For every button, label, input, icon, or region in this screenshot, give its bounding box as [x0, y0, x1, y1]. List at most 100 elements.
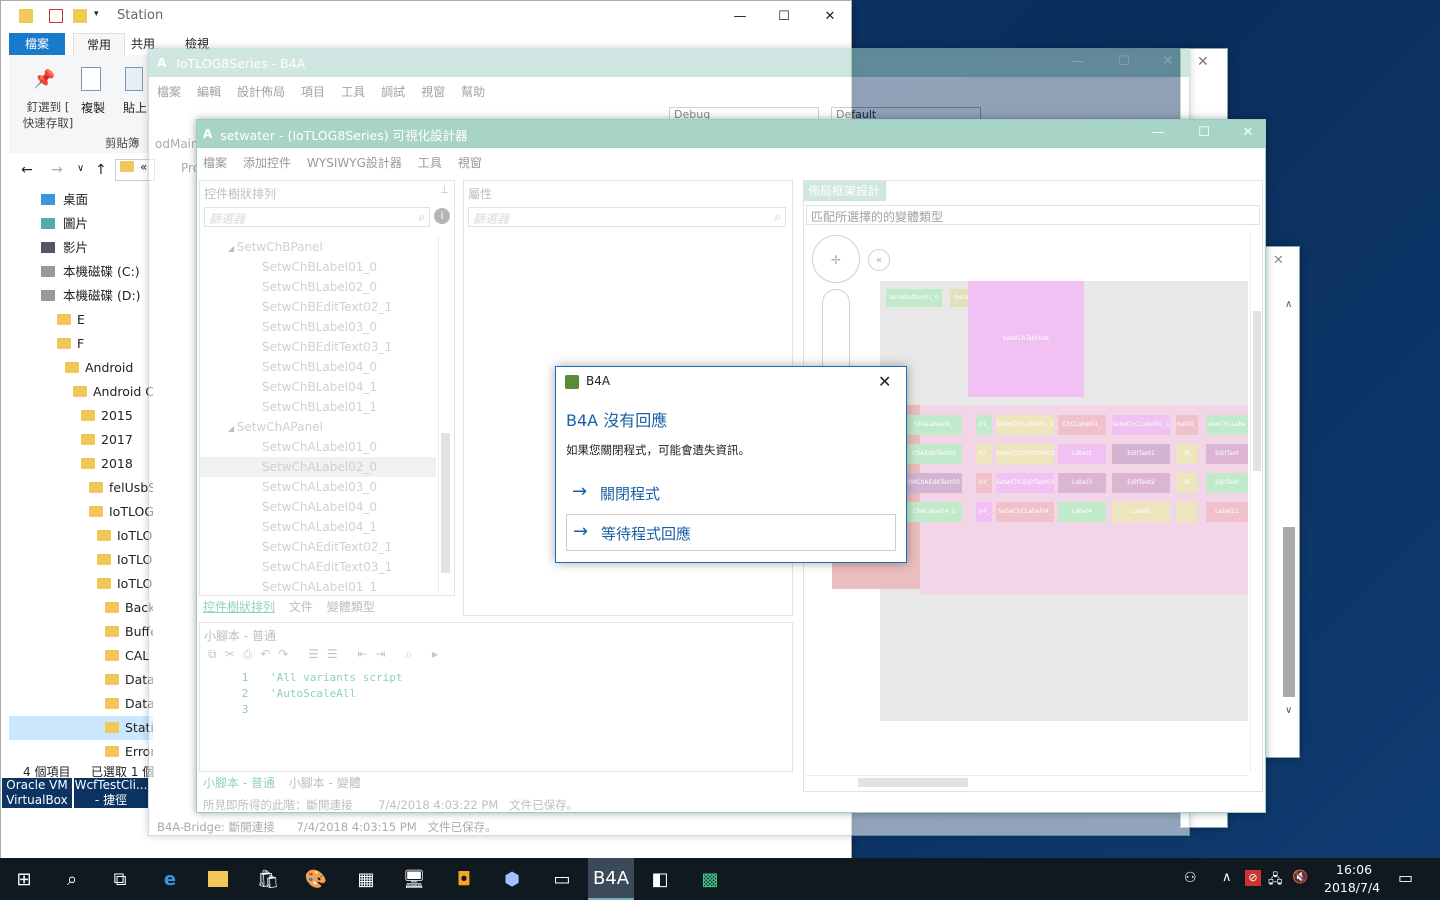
paste-button[interactable]: 貼上 [123, 99, 147, 116]
tree-item[interactable]: SetwChBLabel04_0 [200, 357, 436, 377]
clock-date[interactable]: 2018/7/4 [1324, 880, 1380, 895]
up-arrow-icon[interactable]: ↑ [95, 162, 107, 178]
tree-item[interactable]: SetwChALabel04_0 [200, 497, 436, 517]
layout-view[interactable]: ChCLabel01_ [1058, 415, 1106, 435]
nav-item[interactable]: Backup [9, 596, 153, 620]
b4a-menu-item-5[interactable]: 調試 [381, 85, 405, 99]
scrollbar-thumb[interactable] [1283, 527, 1295, 697]
tree-filter[interactable]: 篩選器 ⌕ [204, 207, 430, 227]
clock-time[interactable]: 16:06 [1336, 862, 1372, 877]
notes-icon[interactable]: ◧ [636, 858, 684, 900]
layout-view[interactable]: ChALabel01_ [906, 415, 962, 435]
recent-dropdown-icon[interactable]: ∨ [77, 163, 84, 174]
nav-item[interactable]: E [9, 308, 153, 332]
tree-item[interactable]: SetwChALabel01_1 [200, 577, 436, 593]
maximize-button[interactable]: ☐ [1101, 49, 1147, 75]
b4a-menu-item-2[interactable]: 設計佈局 [237, 85, 285, 99]
tree-item[interactable]: ◢ SetwChBPanel [200, 237, 436, 257]
virtualbox-icon[interactable]: ⬢ [488, 858, 536, 900]
script-editor[interactable]: 1 'All variants script 2 'AutoScaleAll 3 [220, 671, 770, 751]
layout-view[interactable]: EditText2 [1112, 473, 1170, 493]
nav-item[interactable]: IoTLOG [9, 524, 153, 548]
layout-view[interactable]: Label4 [1058, 502, 1106, 522]
layout-view[interactable]: EditText1 [1112, 444, 1170, 464]
pin-icon[interactable]: ⊥ [440, 185, 449, 196]
tree-scrollbar[interactable] [438, 237, 452, 593]
explorer-titlebar[interactable]: ▾ Station — ☐ ✕ [1, 1, 851, 33]
maximize-button[interactable]: ☐ [761, 4, 807, 30]
box-app-icon[interactable]: ◘ [440, 858, 488, 900]
layout-view[interactable]: l9 [1176, 473, 1198, 493]
layout-view[interactable]: 04_ [976, 502, 992, 522]
layout-view[interactable]: EditText [1206, 444, 1248, 464]
back-arrow-icon[interactable]: ← [21, 162, 33, 178]
new-folder-icon[interactable] [73, 9, 87, 23]
layout-view[interactable]: EditText [1206, 473, 1248, 493]
tree-item[interactable]: SetwChBLabel04_1 [200, 377, 436, 397]
b4a-taskbar-icon[interactable]: B4A [588, 858, 634, 900]
tree-item[interactable]: ◢ SetwChAPanel [200, 417, 436, 437]
tree-item[interactable]: SetwChALabel03_0 [200, 477, 436, 497]
wait-program-option[interactable]: → 等待程式回應 [566, 514, 896, 551]
search-icon[interactable]: ⌕ [48, 858, 96, 900]
close-icon[interactable]: ✕ [1197, 54, 1209, 70]
layout-vscroll[interactable] [1250, 231, 1262, 771]
scrollbar-thumb[interactable] [1253, 311, 1261, 471]
close-button[interactable]: ✕ [1225, 120, 1271, 146]
close-program-option[interactable]: → 關閉程式 [566, 477, 896, 509]
b4a-menu-item-7[interactable]: 幫助 [461, 85, 485, 99]
layout-view[interactable]: Label11 [1206, 502, 1248, 522]
nav-item[interactable]: 本機磁碟 (D:) [9, 284, 153, 308]
nav-item[interactable]: CAL [9, 644, 153, 668]
task-view-icon[interactable]: ⧉ [96, 858, 144, 900]
b4a-menu-item-6[interactable]: 視窗 [421, 85, 445, 99]
forward-arrow-icon[interactable]: → [51, 162, 63, 178]
desktop-icon-virtualbox[interactable]: Oracle VM VirtualBox [2, 778, 72, 808]
minimize-button[interactable]: — [1055, 49, 1101, 75]
layout-view[interactable]: SetwChCLabel04_ [996, 502, 1054, 522]
layout-view[interactable]: l8 [1176, 444, 1198, 464]
layout-tab[interactable]: 佈局框架設計 [804, 181, 886, 201]
scroll-down-icon[interactable]: ∨ [1285, 705, 1292, 716]
b4a-menu-item-3[interactable]: 項目 [301, 85, 325, 99]
b4a-menu-item-0[interactable]: 檔案 [157, 85, 181, 99]
copy-button[interactable]: 複製 [81, 99, 105, 116]
layout-canvas[interactable]: SetwButton01_0 SetwButton01_1 SetwChTabH… [832, 281, 1248, 721]
layout-view[interactable]: Label5 [1112, 502, 1170, 522]
layout-view[interactable]: SetwChCLabel01_1 [1112, 415, 1170, 435]
security-icon[interactable]: ⊘ [1245, 870, 1261, 886]
nav-item[interactable]: IoTLOG8 [9, 500, 153, 524]
tree-item[interactable]: SetwChBLabel03_0 [200, 317, 436, 337]
nav-item[interactable]: Data1 [9, 668, 153, 692]
close-icon[interactable]: ✕ [1273, 253, 1284, 268]
variant-select[interactable]: 匹配所選擇的的變體類型 [806, 205, 1260, 225]
b4j-icon[interactable]: ▩ [686, 858, 734, 900]
nav-item[interactable]: Buffer [9, 620, 153, 644]
tab-script-general[interactable]: 小腳本 - 普通 [203, 776, 275, 790]
nav-item[interactable]: Static [9, 716, 153, 740]
nav-item[interactable]: IoTLOG [9, 548, 153, 572]
layout-view[interactable]: SetwChCLabel01_1 [996, 415, 1054, 435]
tree-item[interactable]: SetwChALabel02_0 [200, 457, 436, 477]
layout-view[interactable]: 03_ [976, 473, 992, 493]
layout-view[interactable]: bel01_ [1176, 415, 1198, 435]
tree-item[interactable]: SetwChBLabel02_0 [200, 277, 436, 297]
nav-item[interactable]: 2018 [9, 452, 153, 476]
layout-hscroll[interactable] [806, 775, 1248, 789]
close-button[interactable]: ✕ [1145, 49, 1191, 75]
file-explorer-icon[interactable] [194, 858, 242, 900]
qat-dropdown-icon[interactable]: ▾ [94, 9, 99, 19]
designer-menu-item-4[interactable]: 視窗 [458, 156, 482, 170]
tab-home[interactable]: 常用 [73, 33, 125, 55]
network-icon[interactable]: 🖧 [1268, 870, 1283, 892]
tree-item[interactable]: SetwChALabel04_1 [200, 517, 436, 537]
paint-icon[interactable]: 🎨 [292, 858, 340, 900]
nav-item[interactable]: 影片 [9, 236, 153, 260]
scroll-up-icon[interactable]: ∧ [1285, 299, 1292, 310]
tree-item[interactable]: SetwChALabel01_0 [200, 437, 436, 457]
nav-item[interactable]: 桌面 [9, 188, 153, 212]
nav-item[interactable]: Android Cas [9, 380, 153, 404]
nav-item[interactable]: 2015 [9, 404, 153, 428]
rewind-icon[interactable]: « [868, 249, 890, 271]
tree-item[interactable]: SetwChAEditText02_1 [200, 537, 436, 557]
